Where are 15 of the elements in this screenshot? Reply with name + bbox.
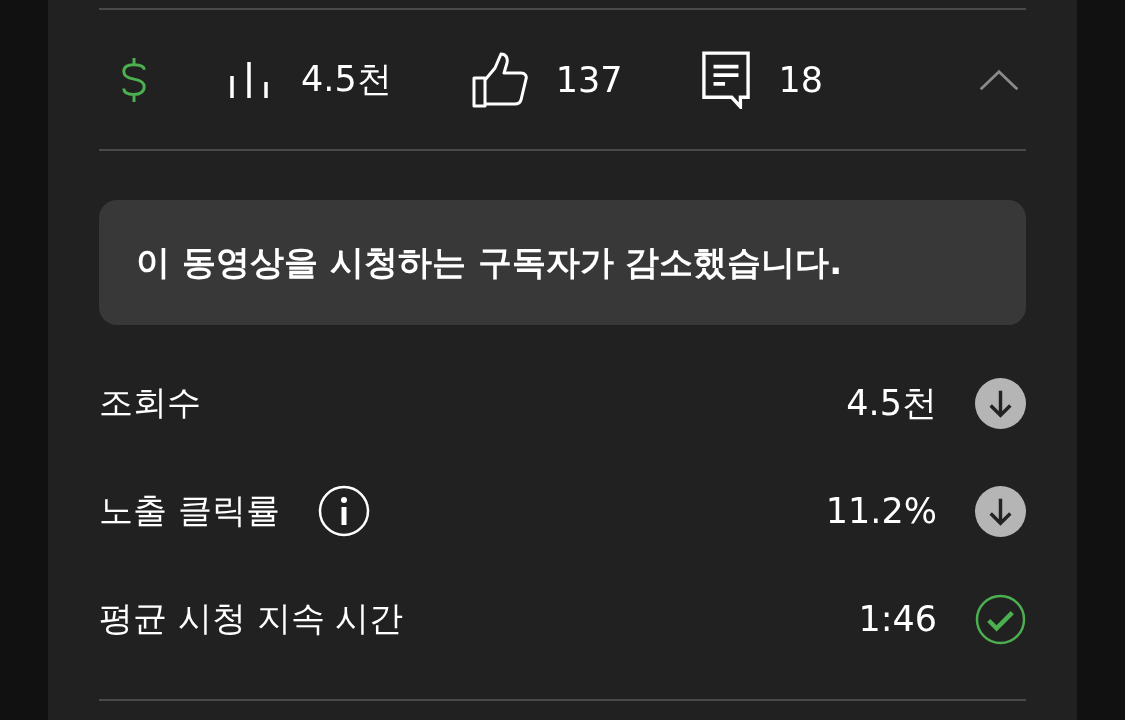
metric-value: 4.5천	[846, 381, 937, 425]
caret-icon	[978, 68, 1020, 91]
metric-label: 평균 시청 지속 시간	[99, 597, 404, 640]
comment-icon[interactable]	[702, 50, 751, 109]
info-icon[interactable]	[317, 485, 370, 537]
stat-count: 137	[555, 59, 623, 100]
metric-label: 노출 클릭률	[99, 489, 280, 532]
check-circle-icon	[975, 593, 1026, 645]
notice-text: 이 동영상을 시청하는 구독자가 감소했습니다.	[136, 240, 843, 284]
thumbs-up-icon[interactable]	[471, 51, 528, 108]
stat-count: 18	[778, 59, 824, 100]
metric-label: 조회수	[99, 381, 201, 424]
metric-value: 11.2%	[825, 491, 937, 531]
stat-count: 4.5천	[301, 58, 392, 101]
metric-value: 1:46	[858, 599, 937, 639]
